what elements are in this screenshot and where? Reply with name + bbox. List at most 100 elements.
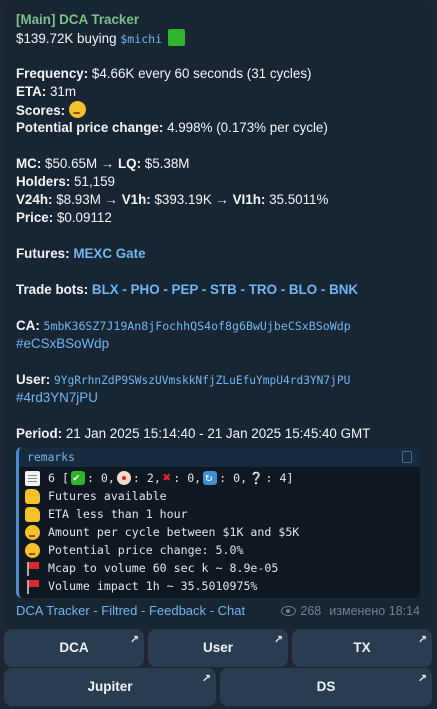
memo-icon — [25, 470, 40, 486]
ca-hashtag[interactable]: #eCSxBSoWdp — [16, 336, 109, 351]
eta-label: ETA: — [16, 84, 47, 99]
ds-button[interactable]: DS ↗ — [220, 668, 432, 706]
footer-links: DCA Tracker - Filtred - Feedback - Chat — [16, 603, 246, 618]
remark-text: Futures available — [48, 489, 167, 503]
user-button-label: User — [202, 640, 234, 655]
user-address[interactable]: 9YgRrhnZdP9SWszUVmskkNfjZLuEfuYmpU4rd3YN… — [54, 374, 350, 387]
jupiter-button[interactable]: Jupiter ↗ — [4, 668, 216, 706]
view-count: 268 — [300, 604, 322, 618]
eta-row: ETA: 31m — [16, 83, 420, 101]
holders-value: 51,159 — [70, 174, 116, 189]
summary-count: 6 [ — [48, 471, 69, 485]
footer-link-filtred[interactable]: Filtred — [101, 603, 137, 618]
tradebot-link-blx[interactable]: BLX — [92, 282, 119, 297]
dca-button[interactable]: DCA ↗ — [4, 629, 144, 667]
check-mark-icon — [70, 469, 85, 487]
footer-link-feedback[interactable]: Feedback — [149, 603, 206, 618]
scores-row: Scores: — [16, 101, 420, 119]
dca-button-label: DCA — [59, 640, 89, 655]
tradebot-link-pho[interactable]: PHO — [131, 282, 160, 297]
ca-row: CA: 5mbK36SZ7J19An8jFochhQS4of8g6BwUjbeC… — [16, 317, 420, 335]
remarks-summary: 6 [ : 0, : 2, ✖ : 0, : 0, ❔ : 4] — [25, 468, 414, 487]
tradebots-row: Trade bots: BLX - PHO - PEP - STB - TRO … — [16, 282, 359, 297]
v24-value: $8.93M → — [52, 192, 122, 207]
inline-keyboard-row-2: Jupiter ↗ DS ↗ — [4, 668, 432, 706]
question-mark-icon: ❔ — [249, 471, 264, 485]
remark-text: Mcap to volume 60 sec k ~ 8.9e-05 — [48, 561, 279, 575]
frequency-value: $4.66K every 60 seconds (31 cycles) — [88, 66, 312, 81]
red-flag-icon — [25, 561, 40, 576]
remark-line: Potential price change: 5.0% — [25, 541, 414, 559]
tradebot-link-blo[interactable]: BLO — [289, 282, 317, 297]
edited-timestamp: изменено 18:14 — [329, 604, 420, 618]
thumbs-up-icon — [25, 488, 40, 504]
sender-name[interactable]: [Main] DCA Tracker — [16, 11, 420, 29]
user-label: User: — [16, 372, 51, 387]
footer-link-dca-tracker[interactable]: DCA Tracker — [16, 603, 90, 618]
futures-link-gate[interactable]: Gate — [116, 246, 146, 261]
vi1-value: 35.5011% — [265, 192, 329, 207]
user-button[interactable]: User ↗ — [148, 629, 288, 667]
code-language-label: remarks — [27, 450, 76, 464]
remark-line: Mcap to volume 60 sec k ~ 8.9e-05 — [25, 559, 414, 577]
external-link-icon: ↗ — [273, 634, 283, 646]
thumbs-up-icon — [25, 506, 40, 522]
summary-cross-count: : 0, — [173, 471, 202, 485]
thinking-face-icon — [25, 524, 40, 540]
holders-row: Holders: 51,159 — [16, 173, 420, 191]
user-hashtag[interactable]: #4rd3YN7jPU — [16, 390, 98, 405]
user-hashtag-row: #4rd3YN7jPU — [16, 389, 420, 407]
tradebot-link-tro[interactable]: TRO — [249, 282, 277, 297]
ca-label: CA: — [16, 318, 40, 333]
green-square-icon — [167, 29, 185, 46]
tradebot-link-bnk[interactable]: BNK — [329, 282, 358, 297]
thinking-face-icon — [25, 542, 40, 558]
inline-keyboard-row-1: DCA ↗ User ↗ TX ↗ — [4, 629, 432, 667]
remark-text: Potential price change: 5.0% — [48, 543, 244, 557]
price-row: Price: $0.09112 — [16, 209, 420, 227]
external-link-icon: ↗ — [201, 673, 211, 685]
tradebot-link-pep[interactable]: PEP — [172, 282, 199, 297]
mc-label: MC: — [16, 156, 42, 171]
tradebot-link-stb[interactable]: STB — [210, 282, 237, 297]
eye-icon — [281, 606, 297, 616]
cycle-icon — [203, 468, 218, 486]
tx-button[interactable]: TX ↗ — [292, 629, 432, 667]
price-label: Price: — [16, 210, 54, 225]
summary-clown-count: : 2, — [132, 471, 161, 485]
summary-cycle-count: : 0, — [219, 471, 248, 485]
price-value: $0.09112 — [53, 210, 112, 225]
external-link-icon: ↗ — [417, 634, 427, 646]
copy-icon[interactable] — [402, 451, 412, 463]
message-footer: DCA Tracker - Filtred - Feedback - Chat … — [16, 601, 420, 621]
ca-address[interactable]: 5mbK36SZ7J19An8jFochhQS4of8g6BwUjbeCSxBS… — [44, 319, 351, 333]
frequency-row: Frequency: $4.66K every 60 seconds (31 c… — [16, 65, 420, 83]
price-change-label: Potential price change: — [16, 120, 164, 135]
lq-value: $5.38M — [141, 156, 190, 171]
token-cashtag[interactable]: $michi — [120, 32, 162, 46]
lq-label: LQ: — [117, 156, 142, 171]
holders-label: Holders: — [16, 174, 71, 189]
mc-value: $50.65M → — [41, 156, 118, 171]
summary-question-count: : 4] — [265, 471, 294, 485]
period-value: 21 Jan 2025 15:14:40 - 21 Jan 2025 15:45… — [62, 426, 371, 441]
remark-line: ETA less than 1 hour — [25, 505, 414, 523]
scores-label: Scores: — [16, 103, 66, 118]
v24-label: V24h: — [16, 192, 53, 207]
footer-link-chat[interactable]: Chat — [218, 603, 245, 618]
futures-label: Futures: — [16, 246, 70, 261]
remark-line: Futures available — [25, 487, 414, 505]
message-meta: 268 изменено 18:14 — [281, 602, 420, 620]
remark-text: ETA less than 1 hour — [48, 507, 188, 521]
remarks-code-block[interactable]: remarks 6 [ : 0, : 2, ✖ : 0, : 0, ❔ : 4]… — [16, 447, 420, 598]
futures-row: Futures: MEXC Gate — [16, 245, 420, 263]
red-flag-icon — [25, 579, 40, 594]
ds-button-label: DS — [316, 679, 336, 694]
futures-link-mexc[interactable]: MEXC — [73, 246, 112, 261]
vi1-label: VI1h: — [232, 192, 266, 207]
jupiter-button-label: Jupiter — [87, 679, 133, 694]
tx-button-label: TX — [353, 640, 371, 655]
clown-face-icon — [116, 471, 131, 485]
code-block-body: 6 [ : 0, : 2, ✖ : 0, : 0, ❔ : 4] Futures… — [19, 467, 420, 598]
period-label: Period: — [16, 426, 63, 441]
